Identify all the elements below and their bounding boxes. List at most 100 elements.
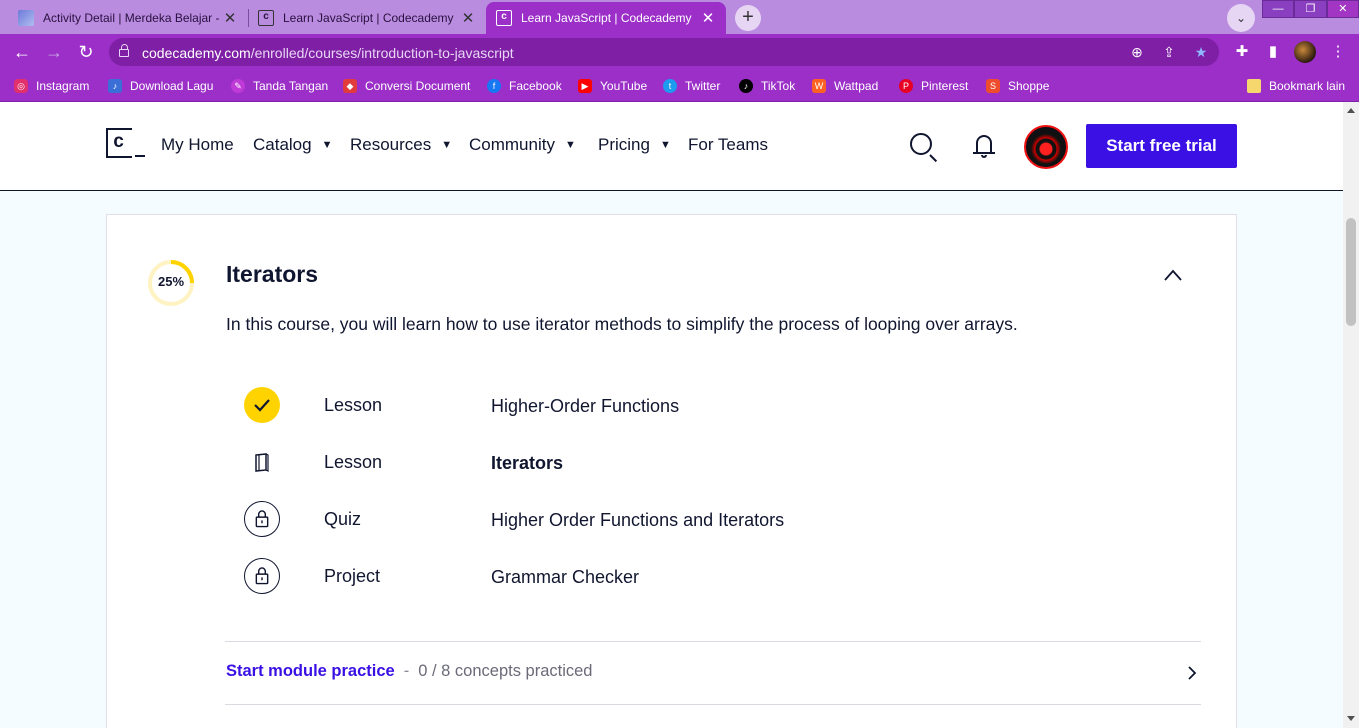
scroll-up-arrow-icon[interactable] [1347, 108, 1355, 113]
tiktok-icon: ♪ [739, 79, 753, 93]
item-name: Iterators [491, 453, 564, 473]
folder-icon [1247, 79, 1261, 93]
bookmark-pinterest[interactable]: P Pinterest [899, 77, 968, 95]
restore-icon[interactable]: ❐ [1294, 0, 1327, 18]
new-tab-button[interactable]: + [735, 5, 761, 31]
item-type: Lesson [324, 452, 383, 472]
codecademy-favicon-icon: c [258, 10, 274, 26]
item-type: Lesson [324, 395, 383, 415]
search-icon[interactable] [910, 133, 932, 155]
url-text: codecademy.com/enrolled/courses/introduc… [142, 45, 514, 61]
chevron-down-icon: ⌄ [1235, 11, 1247, 25]
zoom-icon[interactable]: ⊕ [1128, 43, 1146, 61]
user-avatar[interactable] [1024, 125, 1068, 169]
lock-icon [244, 501, 280, 537]
module-item-row[interactable]: Project Grammar Checker [244, 558, 944, 598]
reload-icon[interactable]: ↻ [74, 40, 98, 64]
notification-bell-icon[interactable] [973, 133, 995, 159]
address-bar[interactable]: codecademy.com/enrolled/courses/introduc… [109, 38, 1219, 66]
book-icon [255, 453, 269, 472]
bookmarks-bar: ◎ Instagram ♪ Download Lagu ✎ Tanda Tangan … [0, 70, 1359, 102]
twitter-icon: t [663, 79, 677, 93]
instagram-icon: ◎ [14, 79, 28, 93]
bookmark-facebook[interactable]: f Facebook [487, 77, 562, 95]
bookmark-instagram[interactable]: ◎ Instagram [14, 77, 89, 95]
bookmark-conversi-document[interactable]: ◆ Conversi Document [343, 77, 470, 95]
nav-pricing[interactable]: Pricing ▼ [598, 135, 671, 155]
profile-avatar[interactable] [1294, 41, 1316, 63]
bookmark-tiktok[interactable]: ♪ TikTok [739, 77, 795, 95]
browser-tab-active[interactable]: c Learn JavaScript | Codecademy ✕ [486, 2, 726, 34]
page-scrollbar[interactable] [1343, 102, 1359, 728]
bookmark-download-lagu[interactable]: ♪ Download Lagu [108, 77, 213, 95]
practice-separator: - [403, 662, 410, 680]
codecademy-logo-icon[interactable] [106, 128, 145, 158]
codecademy-favicon-icon: c [496, 10, 512, 26]
music-icon: ♪ [108, 79, 122, 93]
item-name: Grammar Checker [491, 567, 640, 587]
item-type: Quiz [324, 509, 362, 529]
browser-tab[interactable]: c Learn JavaScript | Codecademy ✕ [248, 2, 486, 34]
lock-icon [244, 558, 280, 594]
side-panel-icon[interactable]: ▮ [1263, 42, 1283, 62]
bookmark-folder-other[interactable]: Bookmark lain [1247, 77, 1345, 95]
window-controls: — ❐ ✕ [1262, 0, 1359, 18]
signature-icon: ✎ [231, 79, 245, 93]
nav-resources[interactable]: Resources ▼ [350, 135, 452, 155]
bookmark-wattpad[interactable]: W Wattpad [812, 77, 878, 95]
module-title: Iterators [226, 261, 319, 287]
extensions-puzzle-icon[interactable]: ✚ [1232, 42, 1252, 62]
tab-title: Learn JavaScript | Codecademy [283, 11, 454, 25]
nav-catalog[interactable]: Catalog ▼ [253, 135, 333, 155]
kebab-menu-icon[interactable]: ⋮ [1328, 42, 1348, 62]
browser-tab-strip: Activity Detail | Merdeka Belajar - ✕ c … [0, 0, 1359, 34]
chevron-right-icon[interactable] [1185, 664, 1199, 682]
nav-my-home[interactable]: My Home [161, 135, 234, 155]
close-window-icon[interactable]: ✕ [1326, 0, 1359, 18]
close-icon[interactable]: ✕ [460, 9, 476, 27]
bookmark-twitter[interactable]: t Twitter [663, 77, 720, 95]
start-free-trial-button[interactable]: Start free trial [1086, 124, 1237, 168]
lock-icon [119, 44, 129, 57]
module-item-row[interactable]: Quiz Higher Order Functions and Iterator… [244, 501, 944, 541]
nav-community[interactable]: Community ▼ [469, 135, 576, 155]
close-icon[interactable]: ✕ [222, 9, 238, 27]
bookmark-youtube[interactable]: ▶ YouTube [578, 77, 647, 95]
module-practice: Start module practice -0 / 8 concepts pra… [226, 662, 592, 681]
check-icon [244, 387, 280, 423]
back-arrow-icon[interactable]: ← [10, 40, 34, 64]
youtube-icon: ▶ [578, 79, 592, 93]
caret-down-icon: ▼ [659, 139, 671, 151]
pinterest-icon: P [899, 79, 913, 93]
tab-search-button[interactable]: ⌄ [1227, 4, 1255, 32]
item-type: Project [324, 566, 381, 586]
concepts-practiced-count: 0 / 8 concepts practiced [418, 662, 593, 680]
share-icon[interactable]: ⇪ [1160, 43, 1178, 61]
caret-down-icon: ▼ [564, 139, 576, 151]
module-description: In this course, you will learn how to us… [226, 314, 1018, 334]
scroll-down-arrow-icon[interactable] [1347, 716, 1355, 721]
chevron-up-icon[interactable] [1163, 268, 1183, 282]
document-icon: ◆ [343, 79, 357, 93]
divider [225, 641, 1201, 642]
browser-tab[interactable]: Activity Detail | Merdeka Belajar - ✕ [8, 2, 248, 34]
forward-arrow-icon[interactable]: → [42, 40, 66, 64]
item-name: Higher-Order Functions [491, 396, 680, 416]
bookmark-tanda-tangan[interactable]: ✎ Tanda Tangan [231, 77, 328, 95]
site-header: My Home Catalog▼ Resources▼ Community▼ P… [0, 102, 1343, 191]
bookmark-shoppe[interactable]: S Shoppe [986, 77, 1049, 95]
close-icon[interactable]: ✕ [700, 9, 716, 27]
start-module-practice-link[interactable]: Start module practice [226, 662, 395, 680]
bookmark-star-icon[interactable]: ★ [1192, 43, 1210, 61]
minimize-icon[interactable]: — [1262, 0, 1295, 18]
nav-for-teams[interactable]: For Teams [688, 135, 768, 155]
module-item-row[interactable]: Lesson Iterators [244, 444, 944, 484]
scrollbar-thumb[interactable] [1346, 218, 1356, 326]
facebook-icon: f [487, 79, 501, 93]
module-item-row[interactable]: Lesson Higher-Order Functions [244, 387, 944, 427]
divider [225, 704, 1201, 705]
merdeka-favicon-icon [18, 10, 34, 26]
wattpad-icon: W [812, 79, 826, 93]
tab-title: Learn JavaScript | Codecademy [521, 11, 692, 25]
tab-title: Activity Detail | Merdeka Belajar - [43, 11, 220, 25]
